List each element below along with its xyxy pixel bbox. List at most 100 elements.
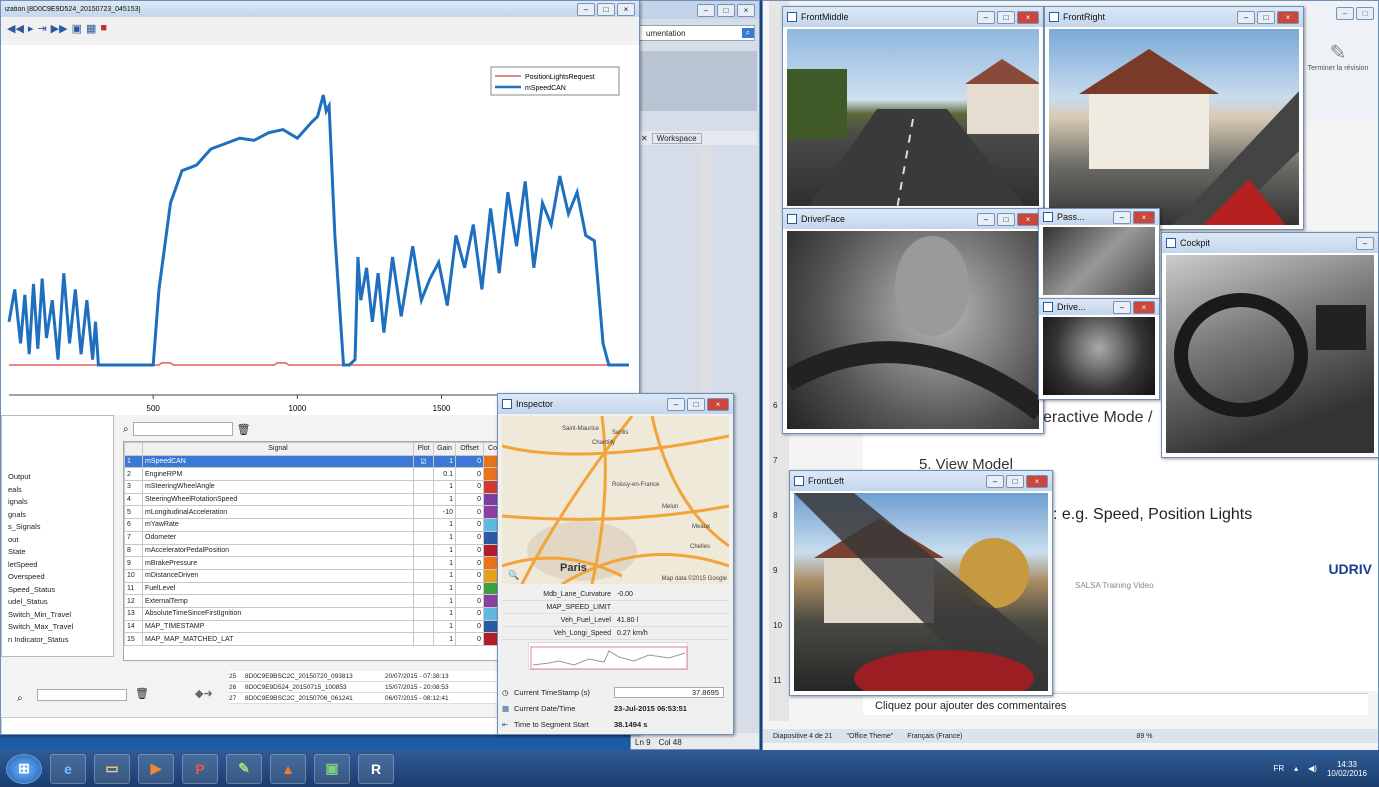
tree-item[interactable]: Overspeed — [8, 571, 113, 584]
trips-search-input[interactable] — [37, 689, 127, 701]
tree-item[interactable]: n Indicator_Status — [8, 634, 113, 647]
col-offset[interactable]: Offset — [455, 442, 484, 456]
slide-thumbnail-number[interactable]: 11 — [773, 676, 781, 685]
signal-row[interactable]: 12 ExternalTemp 1 0 — [124, 594, 502, 608]
col-gain[interactable]: Gain — [433, 442, 456, 456]
slide-thumbnail-number[interactable]: 7 — [773, 456, 777, 465]
tree-item[interactable]: letSpeed — [8, 559, 113, 572]
taskbar-explorer-icon[interactable]: ▭ — [94, 753, 130, 784]
trip-row[interactable]: 27 8D0C9E9BSC2C_20150706_061241 06/07/2015… — [229, 693, 499, 704]
search-icon[interactable]: ⌕ — [742, 28, 754, 38]
slide-thumbnail-number[interactable]: 8 — [773, 511, 777, 520]
taskbar-ie-icon[interactable]: e — [50, 753, 86, 784]
taskbar-media-icon[interactable]: ▶ — [138, 753, 174, 784]
signal-plot-checkbox[interactable] — [413, 492, 434, 507]
signal-plot-checkbox[interactable] — [413, 581, 434, 596]
trash-icon[interactable]: 🗑 — [237, 423, 251, 436]
review-icon[interactable]: ✎ — [1298, 40, 1378, 65]
signal-row[interactable]: 8 mAcceleratorPedalPosition 1 0 — [124, 543, 502, 558]
signal-plot-checkbox[interactable] — [413, 543, 434, 558]
tree-item[interactable]: ignals — [8, 496, 113, 509]
ide-search-box[interactable]: umentation ⌕ — [635, 25, 755, 41]
signal-plot-checkbox[interactable] — [413, 568, 434, 583]
maximize-button[interactable]: □ — [997, 212, 1015, 226]
ppt-maximize-button[interactable]: □ — [1356, 7, 1374, 20]
tab-workspace[interactable]: Workspace — [651, 132, 702, 144]
signal-plot-checkbox[interactable] — [413, 606, 434, 621]
signal-plot-checkbox[interactable] — [413, 530, 434, 545]
taskbar-matlab-icon[interactable]: ▲ — [270, 753, 306, 784]
tree-item[interactable]: Switch_Min_Travel — [8, 609, 113, 622]
close-button[interactable]: × — [1277, 10, 1299, 24]
minimize-button[interactable]: – — [977, 10, 995, 24]
tree-item[interactable]: s_Signals — [8, 521, 113, 534]
tree-item[interactable]: Speed_Status — [8, 584, 113, 597]
tree-item[interactable]: Switch_Max_Travel — [8, 621, 113, 634]
minimize-button[interactable]: – — [1113, 210, 1131, 224]
minimize-button[interactable]: – — [667, 397, 685, 411]
taskbar-image-icon[interactable]: ▣ — [314, 753, 350, 784]
signal-row[interactable]: 14 MAP_TIMESTAMP 1 0 — [124, 619, 502, 634]
signal-row[interactable]: 3 mSteeringWheelAngle 1 0 — [124, 480, 502, 494]
signal-row[interactable]: 11 FuelLevel 1 0 — [124, 581, 502, 596]
maximize-button[interactable]: □ — [597, 2, 615, 16]
minimize-button[interactable]: – — [977, 212, 995, 226]
language-indicator[interactable]: FR — [1273, 764, 1284, 773]
signal-plot-checkbox[interactable] — [413, 480, 434, 494]
start-button[interactable]: ⊞ — [6, 753, 42, 784]
signal-plot-checkbox[interactable] — [413, 505, 434, 520]
signal-plot-checkbox[interactable] — [413, 556, 434, 570]
end-review-button[interactable]: Terminer la révision — [1298, 65, 1378, 72]
inspector-map[interactable]: Saint-Maurice Chantilly Senlis Roissy-en-Fr… — [501, 415, 730, 586]
trip-row[interactable]: 26 8D0C9E9D524_20150715_100853 15/07/2015 … — [229, 682, 499, 693]
step-icon[interactable]: ⇥ — [37, 22, 46, 35]
minimize-button[interactable]: – — [1356, 236, 1374, 250]
close-button[interactable]: × — [1133, 300, 1155, 314]
signal-search-input[interactable] — [132, 422, 233, 436]
grid-icon[interactable]: ▦ — [86, 22, 96, 35]
tree-item[interactable]: udel_Status — [8, 596, 113, 609]
signal-plot-checkbox[interactable] — [413, 594, 434, 608]
col-signal[interactable]: Signal — [142, 442, 414, 456]
signal-row[interactable]: 10 mDistanceDriven 1 0 — [124, 568, 502, 583]
signal-plot-checkbox[interactable]: ☑ — [413, 454, 434, 469]
signal-row[interactable]: 7 Odometer 1 0 — [124, 530, 502, 545]
ide-close-button[interactable]: × — [737, 3, 755, 17]
minimize-button[interactable]: – — [1237, 10, 1255, 24]
rewind-icon[interactable]: ◀◀ — [7, 22, 24, 35]
signal-row[interactable]: 4 SteeringWheelRotationSpeed 1 0 — [124, 492, 502, 507]
slide-thumbnail-number[interactable]: 6 — [773, 401, 777, 410]
maximize-button[interactable]: □ — [1006, 474, 1024, 488]
close-button[interactable]: × — [707, 397, 729, 411]
tree-item[interactable]: eals — [8, 484, 113, 497]
slide-thumbnail-number[interactable]: 9 — [773, 566, 777, 575]
tree-item[interactable]: out — [8, 534, 113, 547]
taskbar-r-icon[interactable]: R — [358, 753, 394, 784]
clock[interactable]: 14:33 10/02/2016 — [1327, 760, 1367, 778]
network-icon[interactable]: ▴ — [1294, 764, 1298, 773]
record-icon[interactable]: ■ — [100, 22, 107, 34]
volume-icon[interactable]: ◀) — [1308, 764, 1317, 773]
ppt-notes[interactable]: Cliquez pour ajouter des commentaires — [863, 693, 1368, 715]
ide-maximize-button[interactable]: □ — [717, 3, 735, 17]
minimize-button[interactable]: – — [986, 474, 1004, 488]
close-button[interactable]: × — [1133, 210, 1155, 224]
minimize-button[interactable]: – — [577, 2, 595, 16]
close-button[interactable]: × — [1017, 212, 1039, 226]
close-button[interactable]: × — [1026, 474, 1048, 488]
signal-row[interactable]: 5 mLongitudinalAcceleration -10 0 — [124, 505, 502, 520]
signal-plot-checkbox[interactable] — [413, 518, 434, 532]
slide-thumbnail-number[interactable]: 10 — [773, 621, 782, 630]
trip-row[interactable]: 25 8D0C9E9BSC2C_20150720_093813 20/07/2015… — [229, 671, 499, 682]
maximize-button[interactable]: □ — [1257, 10, 1275, 24]
maximize-button[interactable]: □ — [997, 10, 1015, 24]
signal-row[interactable]: 1 mSpeedCAN ☑ 1 0 — [124, 454, 502, 469]
close-button[interactable]: × — [1017, 10, 1039, 24]
close-button[interactable]: × — [617, 2, 635, 16]
signal-plot-checkbox[interactable] — [413, 632, 434, 646]
signal-row[interactable]: 13 AbsoluteTimeSinceFirstIgnition 1 0 — [124, 606, 502, 621]
tree-item[interactable]: gnals — [8, 509, 113, 522]
signal-row[interactable]: 15 MAP_MAP_MATCHED_LAT 1 0 — [124, 632, 502, 646]
minimize-button[interactable]: – — [1113, 300, 1131, 314]
tree-item[interactable]: State — [8, 546, 113, 559]
